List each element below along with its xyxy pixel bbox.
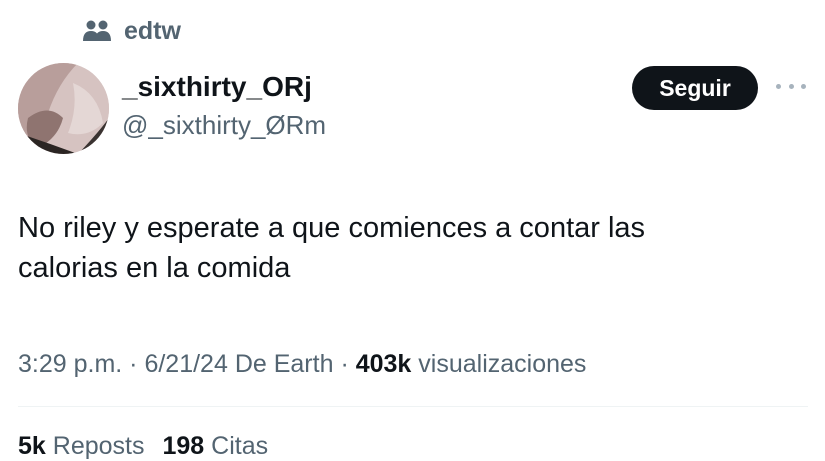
author-names: _sixthirty_ORj @_sixthirty_ØRm — [122, 69, 326, 143]
tweet-source: De Earth — [234, 350, 334, 378]
reposts-stat[interactable]: 5k Reposts — [18, 432, 144, 460]
tweet-text-line: calorias en la comida — [18, 252, 291, 284]
avatar[interactable] — [18, 63, 109, 154]
community-label[interactable]: edtw — [82, 16, 181, 46]
tweet-date[interactable]: 6/21/24 — [144, 350, 227, 378]
tweet-text-line: No riley y esperate a que comiences a co… — [18, 212, 646, 244]
avatar-photo — [18, 63, 109, 154]
tweet-text: No riley y esperate a que comiences a co… — [18, 208, 808, 288]
views-label: visualizaciones — [418, 350, 587, 378]
author-display-name[interactable]: _sixthirty_ORj — [122, 69, 326, 105]
author-handle[interactable]: @_sixthirty_ØRm — [122, 107, 326, 143]
follow-button[interactable]: Seguir — [632, 66, 758, 110]
meta-separator: · — [122, 350, 145, 378]
quotes-stat[interactable]: 198 Citas — [162, 432, 268, 460]
reposts-label: Reposts — [52, 432, 145, 460]
tweet-time[interactable]: 3:29 p.m. — [18, 350, 122, 378]
views-count: 403k — [355, 350, 412, 378]
reposts-count: 5k — [18, 432, 46, 460]
tweet-stats: 5k Reposts 198 Citas — [18, 428, 268, 461]
community-icon — [82, 19, 112, 43]
tweet-meta: 3:29 p.m. · 6/21/24 De Earth · 403k visu… — [18, 346, 586, 382]
quotes-label: Citas — [211, 432, 269, 460]
more-options-icon[interactable] — [776, 74, 806, 98]
meta-separator: · — [333, 350, 356, 378]
community-name[interactable]: edtw — [124, 17, 181, 46]
quotes-count: 198 — [162, 432, 205, 460]
divider — [18, 406, 808, 407]
